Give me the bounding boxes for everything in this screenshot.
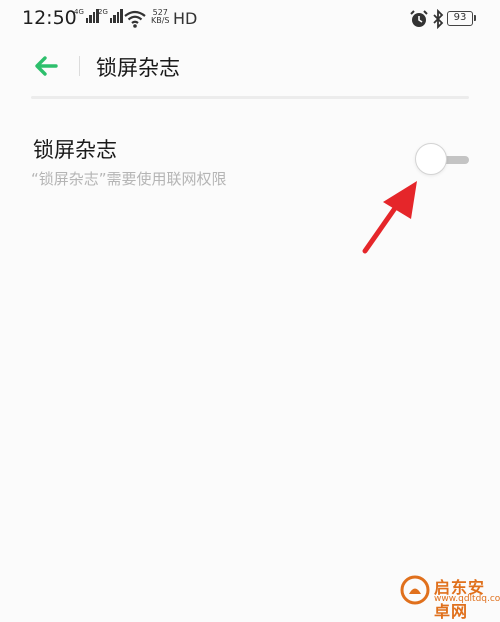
lockscreen-magazine-toggle[interactable] — [413, 141, 471, 179]
watermark-url: www.qdltdq.com — [434, 594, 500, 604]
network-type-1: 4G — [74, 8, 84, 16]
cellular-signal-1-icon: 4G — [74, 9, 99, 23]
setting-description: “锁屏杂志”需要使用联网权限 — [31, 170, 227, 188]
status-time: 12:50 — [22, 7, 77, 29]
speed-unit: KB/S — [151, 16, 170, 25]
cellular-signal-2-icon: 2G — [98, 9, 123, 23]
alarm-clock-icon — [410, 10, 428, 27]
setting-label: 锁屏杂志 — [33, 138, 117, 162]
header-separator — [31, 96, 469, 99]
wifi-icon — [124, 10, 146, 28]
battery-indicator: 93 — [447, 11, 473, 26]
network-type-2: 2G — [98, 8, 108, 16]
battery-tip — [474, 15, 476, 21]
watermark-logo-icon — [400, 575, 430, 605]
back-arrow-icon — [35, 56, 58, 76]
app-header: 锁屏杂志 — [0, 38, 500, 94]
lockscreen-magazine-setting-row[interactable]: 锁屏杂志 “锁屏杂志”需要使用联网权限 — [0, 120, 500, 200]
annotation-arrow-icon — [362, 181, 417, 254]
network-speed: 527 KB/S — [151, 9, 170, 25]
back-button[interactable] — [30, 52, 62, 80]
hd-voice-icon: HD — [173, 9, 198, 28]
header-divider — [79, 56, 80, 76]
status-bar: 12:50 4G 2G 527 KB/S HD 93 — [0, 0, 500, 38]
toggle-knob — [415, 143, 447, 175]
bluetooth-icon — [433, 9, 444, 29]
page-title: 锁屏杂志 — [96, 56, 180, 80]
site-watermark: 启东安卓网 www.qdltdq.com — [398, 570, 500, 621]
